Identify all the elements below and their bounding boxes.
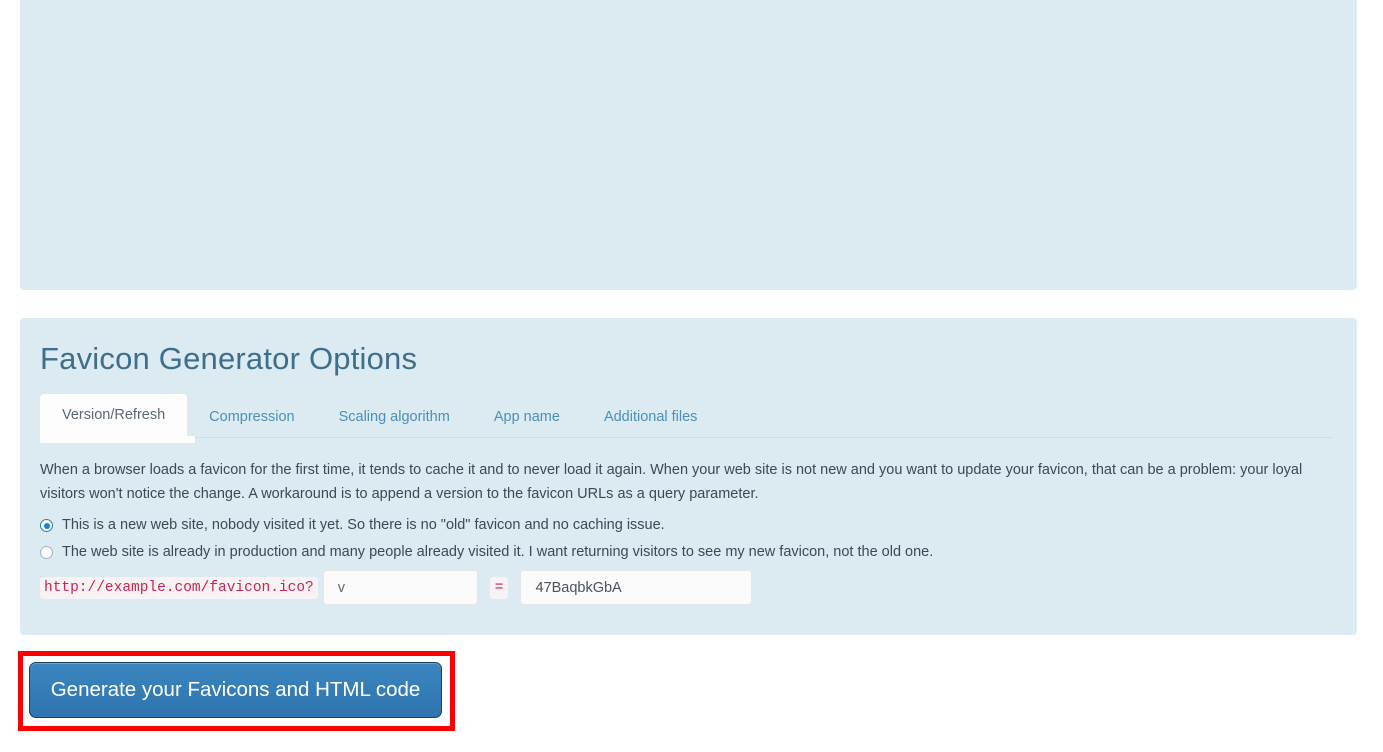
active-tab-underline-mask <box>40 436 195 443</box>
version-refresh-radio-group: This is a new web site, nobody visited i… <box>40 516 1330 570</box>
options-tab-bar: Version/Refresh Compression Scaling algo… <box>40 392 719 437</box>
version-option-existing-site[interactable]: The web site is already in production an… <box>40 543 1330 562</box>
version-refresh-description: When a browser loads a favicon for the f… <box>40 462 1303 502</box>
tabs-divider <box>40 437 1333 438</box>
tab-compression[interactable]: Compression <box>187 396 316 437</box>
equals-sign: = <box>489 576 509 599</box>
tab-version-refresh[interactable]: Version/Refresh <box>40 394 188 437</box>
version-parameter-row: http://example.com/favicon.ico? v = 47Ba… <box>40 570 753 605</box>
page-title: Favicon Generator Options <box>40 341 418 376</box>
version-param-name-input[interactable]: v <box>322 570 478 605</box>
favicon-url-prefix: http://example.com/favicon.ico? <box>40 576 318 599</box>
version-option-new-site[interactable]: This is a new web site, nobody visited i… <box>40 516 1330 535</box>
page-root: Pinned tab - Focus <box>0 0 1383 752</box>
safari-options-panel: Pinned tab - Focus <box>20 0 1357 290</box>
tab-additional-files[interactable]: Additional files <box>582 396 720 437</box>
version-option-existing-site-label: The web site is already in production an… <box>62 544 934 560</box>
version-param-value-input[interactable]: 47BaqbkGbA <box>520 570 753 605</box>
generate-favicons-button[interactable]: Generate your Favicons and HTML code <box>29 662 442 718</box>
tab-app-name[interactable]: App name <box>472 396 582 437</box>
tab-scaling-algorithm[interactable]: Scaling algorithm <box>317 396 472 437</box>
radio-new-site[interactable] <box>40 519 53 532</box>
version-option-new-site-label: This is a new web site, nobody visited i… <box>62 517 665 533</box>
radio-existing-site[interactable] <box>40 546 53 559</box>
